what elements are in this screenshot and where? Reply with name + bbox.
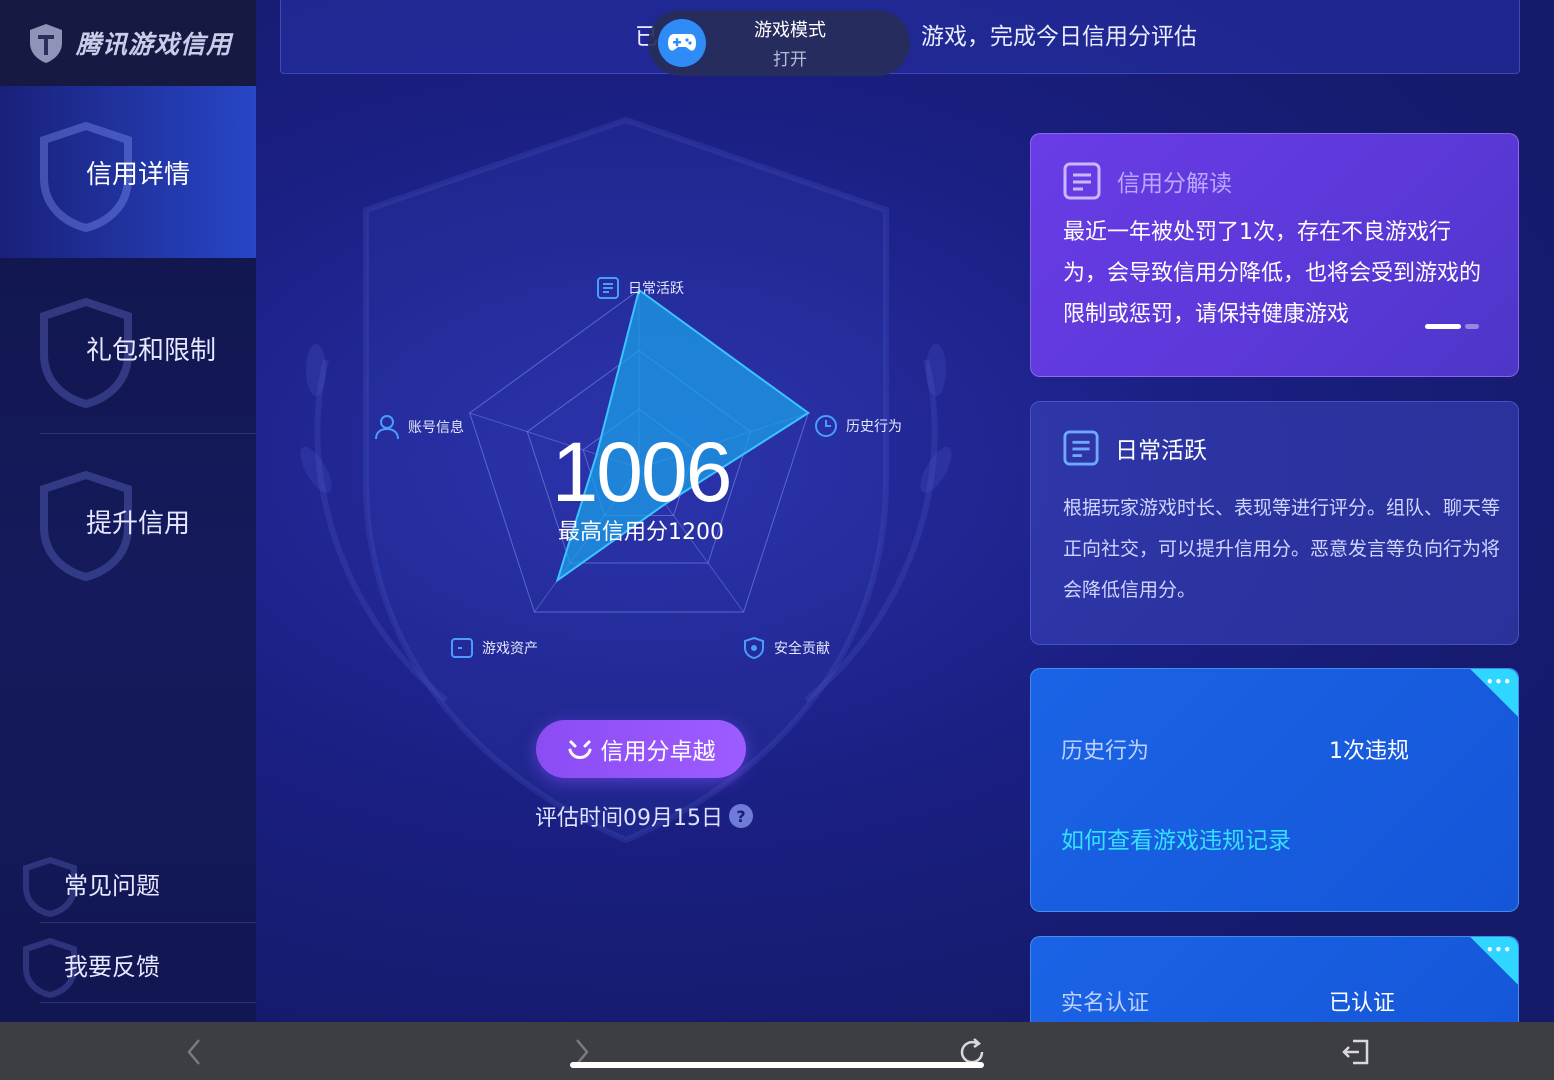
radar-axis-security: 安全贡献 bbox=[742, 636, 830, 660]
document-icon bbox=[1063, 430, 1099, 466]
more-dots: ••• bbox=[1485, 675, 1512, 689]
radar-axis-label: 日常活跃 bbox=[628, 281, 684, 297]
evaluation-time-text: 评估时间09月15日 bbox=[535, 806, 723, 831]
daily-activity-card: 日常活跃 根据玩家游戏时长、表现等进行评分。组队、聊天等正向社交，可以提升信用分… bbox=[1030, 401, 1519, 645]
divider bbox=[40, 433, 256, 434]
document-icon bbox=[597, 277, 619, 299]
radar-axis-assets: 游戏资产 bbox=[450, 636, 538, 660]
sidebar-item-label: 我要反馈 bbox=[64, 952, 160, 981]
logo-emblem-icon bbox=[30, 24, 62, 63]
logo-text: 腾讯游戏信用 bbox=[76, 30, 233, 59]
radar-axis-history: 历史行为 bbox=[814, 414, 902, 438]
card-title: 日常活跃 bbox=[1115, 438, 1207, 464]
document-icon bbox=[1063, 162, 1101, 200]
shield-icon bbox=[744, 636, 764, 660]
card-body: 根据玩家游戏时长、表现等进行评分。组队、聊天等正向社交，可以提升信用分。恶意发言… bbox=[1063, 497, 1501, 601]
chevron-left-icon[interactable] bbox=[178, 1036, 210, 1068]
scroll-indicator bbox=[1425, 324, 1483, 329]
radar-axis-label: 安全贡献 bbox=[774, 641, 830, 657]
smile-icon bbox=[568, 740, 591, 759]
sidebar-item-faq[interactable]: 常见问题 bbox=[0, 843, 256, 923]
sidebar-item-label: 常见问题 bbox=[64, 871, 160, 900]
realname-label: 实名认证 bbox=[1061, 991, 1150, 1016]
realname-card: ••• 实名认证 已认证 bbox=[1030, 936, 1519, 1022]
user-icon bbox=[375, 415, 399, 440]
divider bbox=[40, 1002, 256, 1003]
main-content: 已 游戏，完成今日信用分评估 游戏模式 打开 日常活跃 历史行为 安全贡献 游戏… bbox=[256, 0, 1554, 1022]
help-icon[interactable]: ? bbox=[729, 804, 753, 828]
credit-rank-label: 信用分卓越 bbox=[600, 739, 716, 765]
history-value: 1次违规 bbox=[1329, 739, 1409, 764]
evaluation-time: 评估时间09月15日 ? bbox=[524, 800, 764, 832]
clock-icon bbox=[815, 415, 837, 437]
sidebar-item-gifts-restrictions[interactable]: 礼包和限制 bbox=[0, 262, 256, 434]
card-body: 最近一年被处罚了1次，存在不良游戏行为，会导致信用分降低，也将会受到游戏的限制或… bbox=[1063, 220, 1482, 327]
radar-axis-label: 历史行为 bbox=[846, 419, 902, 435]
sidebar-item-credit-details[interactable]: 信用详情 bbox=[0, 86, 256, 258]
card-title: 信用分解读 bbox=[1117, 171, 1232, 197]
credit-rank-button[interactable]: 信用分卓越 bbox=[536, 720, 746, 778]
radar-axis-label: 账号信息 bbox=[408, 420, 464, 436]
sidebar-item-improve-credit[interactable]: 提升信用 bbox=[0, 435, 256, 607]
violation-record-link[interactable]: 如何查看游戏违规记录 bbox=[1061, 821, 1291, 855]
logo: 腾讯游戏信用 bbox=[0, 0, 256, 86]
more-dots: ••• bbox=[1485, 943, 1512, 957]
radar-axis-account: 账号信息 bbox=[374, 414, 464, 440]
sidebar-item-label: 提升信用 bbox=[86, 508, 191, 539]
wallet-icon bbox=[451, 638, 473, 658]
sidebar-item-feedback[interactable]: 我要反馈 bbox=[0, 924, 256, 1004]
divider bbox=[40, 922, 256, 923]
realname-value: 已认证 bbox=[1329, 991, 1396, 1016]
radar-axis-daily: 日常活跃 bbox=[596, 276, 684, 300]
credit-interpretation-card: 信用分解读 最近一年被处罚了1次，存在不良游戏行为，会导致信用分降低，也将会受到… bbox=[1030, 133, 1519, 377]
sidebar-item-label: 礼包和限制 bbox=[86, 335, 217, 366]
exit-icon[interactable] bbox=[1340, 1036, 1372, 1068]
history-behavior-card: ••• 历史行为 1次违规 如何查看游戏违规记录 bbox=[1030, 668, 1519, 912]
more-tag[interactable]: ••• bbox=[1470, 669, 1518, 717]
credit-score: 1006 bbox=[551, 425, 733, 519]
max-score-text: 最高信用分1200 bbox=[558, 520, 724, 545]
sidebar: 腾讯游戏信用 信用详情 礼包和限制 提升信用 常见问题 我要反馈 bbox=[0, 0, 256, 1022]
browser-toolbar bbox=[0, 1022, 1554, 1080]
history-label: 历史行为 bbox=[1061, 739, 1150, 764]
sidebar-item-label: 信用详情 bbox=[86, 159, 191, 190]
home-indicator[interactable] bbox=[570, 1062, 984, 1068]
radar-axis-label: 游戏资产 bbox=[482, 641, 538, 657]
more-tag[interactable]: ••• bbox=[1470, 937, 1518, 985]
